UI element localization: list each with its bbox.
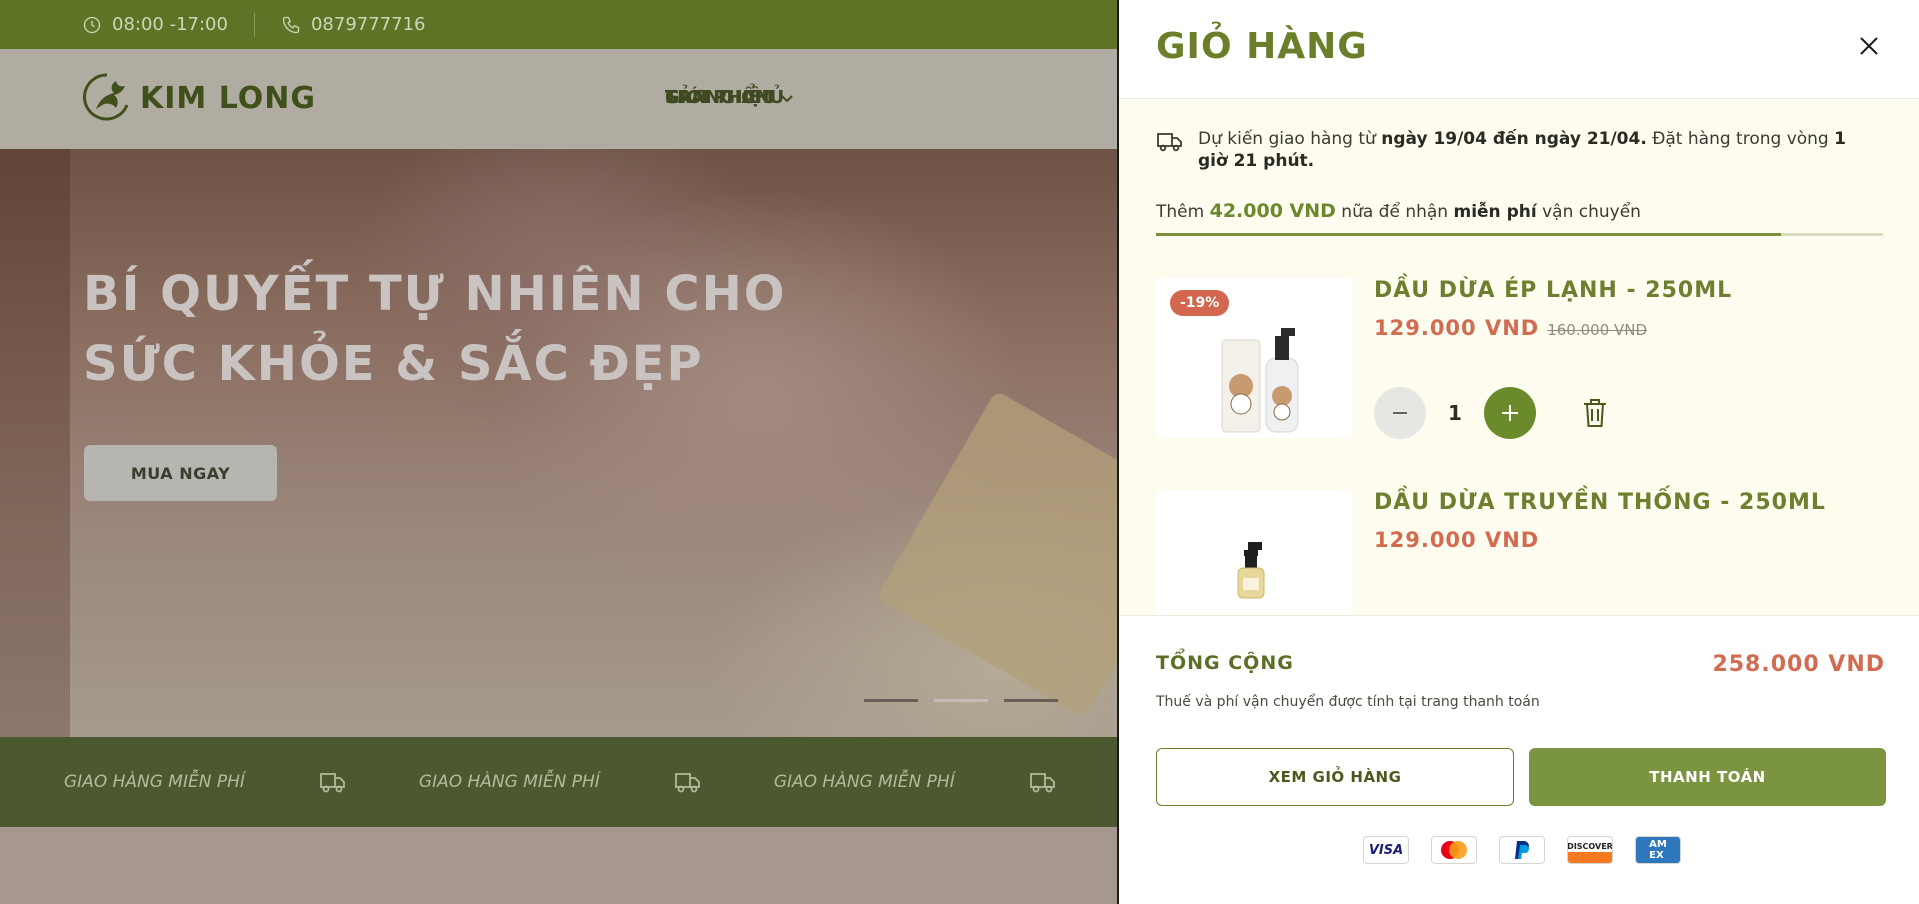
- product-name[interactable]: DẦU DỪA ÉP LẠNH - 250ML: [1374, 278, 1732, 303]
- visa-icon: VISA: [1363, 836, 1409, 864]
- slider-dot[interactable]: [1004, 699, 1058, 702]
- delivery-dates: ngày 19/04 đến ngày 21/04.: [1381, 129, 1647, 149]
- hero-title-line: SỨC KHỎE & SẮC ĐẸP: [83, 336, 704, 392]
- original-price: 160.000 VND: [1547, 321, 1648, 339]
- payment-methods: VISA DISCOVER AM EX: [1363, 836, 1681, 864]
- hero-title-line: BÍ QUYẾT TỰ NHIÊN CHO: [83, 266, 787, 322]
- hero-image-shade: [0, 149, 70, 737]
- marquee-item: GIAO HÀNG MIỄN PHÍ: [419, 769, 774, 795]
- view-cart-button[interactable]: XEM GIỎ HÀNG: [1156, 748, 1514, 806]
- decrease-qty-button[interactable]: [1374, 387, 1426, 439]
- hero-title: BÍ QUYẾT TỰ NHIÊN CHO SỨC KHỎE & SẮC ĐẸP: [83, 259, 787, 399]
- delivery-text-part: Đặt hàng trong vòng: [1646, 129, 1835, 149]
- increase-qty-button[interactable]: [1484, 387, 1536, 439]
- paypal-icon: [1499, 836, 1545, 864]
- phone-text: 0879777716: [310, 14, 426, 35]
- nav-label: T: [665, 87, 678, 108]
- quantity-stepper: 1: [1374, 387, 1610, 439]
- topbar-divider: [253, 12, 255, 37]
- dragon-logo-icon: [83, 73, 129, 121]
- tax-note: Thuế và phí vận chuyển được tính tại tra…: [1156, 694, 1540, 710]
- discover-icon: DISCOVER: [1567, 836, 1613, 864]
- product-name[interactable]: DẦU DỪA TRUYỀN THỐNG - 250ML: [1374, 490, 1826, 515]
- product-thumbnail[interactable]: [1156, 490, 1352, 615]
- marquee-text: GIAO HÀNG MIỄN PHÍ: [773, 772, 955, 792]
- cart-header: GIỎ HÀNG: [1119, 0, 1919, 99]
- discount-badge: -19%: [1170, 290, 1230, 316]
- truck-icon: [1029, 773, 1055, 793]
- marquee-item: GIAO HÀNG MIỄN PHÍ: [774, 769, 1129, 795]
- discover-label: DISCOVER: [1567, 841, 1613, 851]
- cart-body[interactable]: Dự kiến giao hàng từ ngày 19/04 đến ngày…: [1119, 100, 1919, 615]
- delivery-estimate: Dự kiến giao hàng từ ngày 19/04 đến ngày…: [1156, 128, 1876, 172]
- phone-link[interactable]: 0879777716: [281, 14, 426, 35]
- trash-icon[interactable]: [1580, 397, 1610, 429]
- hours-text: 08:00 -17:00: [112, 14, 228, 35]
- clock-icon: [83, 16, 101, 33]
- cart-drawer: GIỎ HÀNG Dự kiến giao hàng từ ngày 19/04…: [1117, 0, 1919, 904]
- free-shipping-progress: [1156, 233, 1883, 236]
- free-ship-text: nữa để nhận: [1335, 202, 1454, 222]
- total-label: TỔNG CỘNG: [1156, 652, 1294, 674]
- coconut-oil-pump-bottle-image: [1237, 542, 1265, 599]
- free-ship-amount: 42.000 VND: [1209, 200, 1336, 222]
- free-ship-text: Thêm: [1156, 202, 1210, 222]
- sale-price: 129.000 VND: [1374, 316, 1540, 340]
- amex-icon: AM EX: [1635, 836, 1681, 864]
- marquee-text: GIAO HÀNG MIỄN PHÍ: [418, 772, 600, 792]
- delivery-text: Dự kiến giao hàng từ ngày 19/04 đến ngày…: [1198, 128, 1876, 172]
- site-logo[interactable]: KIM LONG: [82, 71, 316, 125]
- free-shipping-message: Thêm 42.000 VND nữa để nhận miễn phí vận…: [1156, 200, 1641, 222]
- free-ship-text: vận chuyển: [1536, 202, 1641, 222]
- truck-icon: [674, 773, 700, 793]
- plus-icon: [1502, 405, 1518, 421]
- product-price: 129.000 VND 160.000 VND: [1374, 316, 1647, 340]
- mastercard-icon: [1431, 836, 1477, 864]
- product-price: 129.000 VND: [1374, 528, 1539, 552]
- shop-now-button[interactable]: MUA NGAY: [84, 445, 277, 501]
- logo-text: KIM LONG: [140, 80, 316, 116]
- slider-dots: [864, 699, 1058, 702]
- visa-label: VISA: [1368, 842, 1404, 858]
- marquee-item: GIAO HÀNG MIỄN PHÍ: [64, 769, 419, 795]
- marquee-text: GIAO HÀNG MIỄN PHÍ: [64, 772, 245, 792]
- total-value: 258.000 VND: [1712, 652, 1885, 677]
- checkout-button[interactable]: THANH TOÁN: [1529, 748, 1886, 806]
- progress-fill: [1156, 233, 1782, 236]
- close-icon[interactable]: [1857, 34, 1881, 58]
- free-ship-strong: miễn phí: [1453, 202, 1537, 222]
- quantity-value[interactable]: 1: [1426, 401, 1484, 425]
- delivery-text-part: Dự kiến giao hàng từ: [1198, 129, 1382, 149]
- slider-dot[interactable]: [864, 699, 918, 702]
- product-thumbnail[interactable]: -19%: [1156, 278, 1352, 438]
- minus-icon: [1393, 412, 1407, 414]
- truck-icon: [1157, 133, 1182, 152]
- sale-price: 129.000 VND: [1374, 528, 1540, 552]
- opening-hours: 08:00 -17:00: [82, 14, 228, 35]
- cart-item: -19% DẦU DỪA ÉP LẠNH - 250ML 129.000 VND…: [1156, 278, 1883, 448]
- cart-title: GIỎ HÀNG: [1156, 26, 1368, 67]
- cart-item: DẦU DỪA TRUYỀN THỐNG - 250ML 129.000 VND: [1156, 490, 1883, 615]
- truck-icon: [320, 773, 345, 793]
- slider-dot-active[interactable]: [934, 699, 988, 702]
- phone-icon: [282, 16, 300, 33]
- cart-footer: TỔNG CỘNG 258.000 VND Thuế và phí vận ch…: [1119, 615, 1919, 904]
